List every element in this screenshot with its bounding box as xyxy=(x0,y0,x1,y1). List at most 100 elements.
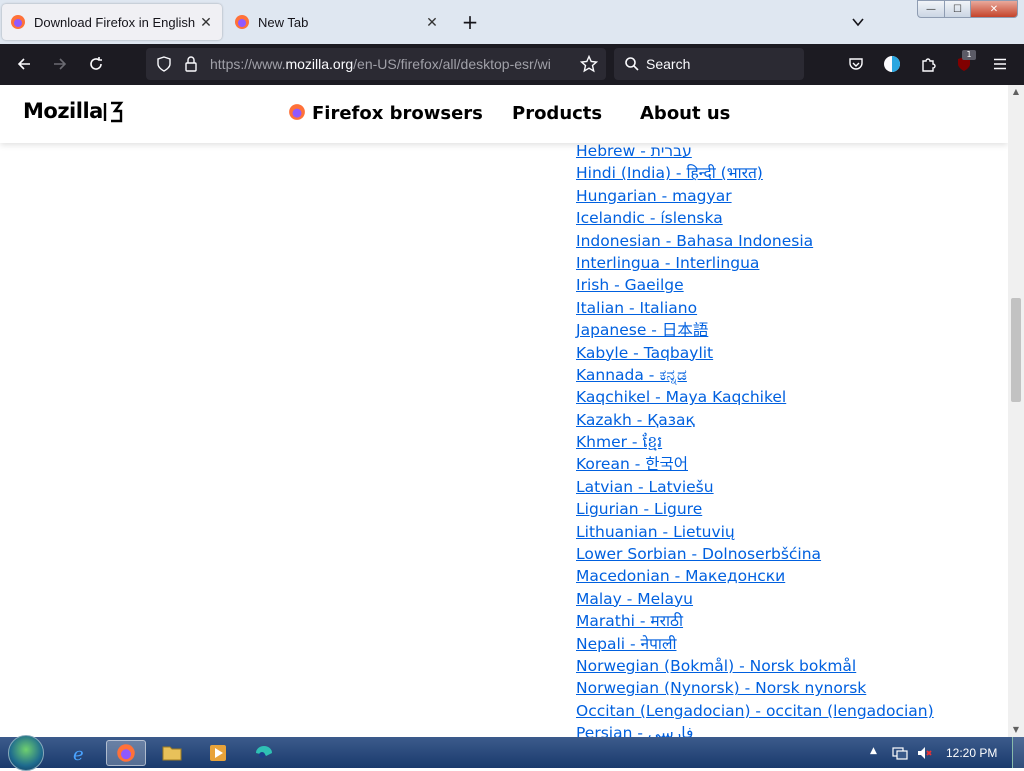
language-link[interactable]: Korean - 한국어 xyxy=(576,453,934,475)
tab-new-tab[interactable]: New Tab ✕ xyxy=(226,4,448,40)
site-header: Mozilla Firefox browsers Products About … xyxy=(0,85,1008,143)
language-link[interactable]: Kazakh - Қазақ xyxy=(576,409,934,431)
reload-icon xyxy=(90,57,102,70)
url-bar[interactable]: https://www.mozilla.org/en-US/firefox/al… xyxy=(146,48,606,80)
firefox-icon xyxy=(11,15,25,29)
language-link[interactable]: Persian - فارسی xyxy=(576,722,934,737)
language-link[interactable]: Icelandic - íslenska xyxy=(576,207,934,229)
volume-muted-icon[interactable] xyxy=(916,745,932,761)
maximize-button[interactable]: ☐ xyxy=(944,0,971,18)
show-desktop-button[interactable] xyxy=(1012,737,1024,768)
half-circle-icon xyxy=(884,56,900,72)
reload-button[interactable] xyxy=(82,50,110,78)
vpn-extension-button[interactable] xyxy=(878,50,906,78)
start-button[interactable] xyxy=(8,735,44,771)
language-link[interactable]: Hungarian - magyar xyxy=(576,185,934,207)
pocket-button[interactable] xyxy=(842,50,870,78)
teal-app-icon xyxy=(256,746,272,758)
show-hidden-icons-icon[interactable]: ▲ xyxy=(870,746,877,756)
nav-about-us[interactable]: About us xyxy=(640,103,730,124)
url-text[interactable]: https://www.mozilla.org/en-US/firefox/al… xyxy=(210,56,550,72)
svg-text:e: e xyxy=(73,744,84,763)
language-link[interactable]: Marathi - मराठी xyxy=(576,610,934,632)
language-link[interactable]: Indonesian - Bahasa Indonesia xyxy=(576,230,934,252)
hamburger-menu-icon xyxy=(994,58,1006,70)
taskbar-app[interactable] xyxy=(244,740,284,766)
language-link[interactable]: Norwegian (Nynorsk) - Norsk nynorsk xyxy=(576,677,934,699)
url-path: /en-US/firefox/all/desktop-esr/win64/ xyxy=(353,56,550,72)
language-link[interactable]: Kannada - ಕನ್ನಡ xyxy=(576,364,934,386)
taskbar-firefox[interactable] xyxy=(106,740,146,766)
tab-title: New Tab xyxy=(258,14,309,30)
mozilla-logo-mark xyxy=(103,101,124,123)
language-link[interactable]: Lithuanian - Lietuvių xyxy=(576,521,934,543)
navigation-toolbar: https://www.mozilla.org/en-US/firefox/al… xyxy=(0,44,1024,85)
language-link[interactable]: Occitan (Lengadocian) - occitan (lengado… xyxy=(576,700,934,722)
taskbar-file-explorer[interactable] xyxy=(152,740,192,766)
minimize-button[interactable]: — xyxy=(917,0,945,18)
language-link[interactable]: Interlingua - Interlingua xyxy=(576,252,934,274)
language-link[interactable]: Khmer - ខ្មែរ xyxy=(576,431,934,453)
language-link[interactable]: Norwegian (Bokmål) - Norsk bokmål xyxy=(576,655,934,677)
nav-firefox-browsers[interactable]: Firefox browsers xyxy=(288,103,483,124)
back-button[interactable] xyxy=(10,50,38,78)
close-tab-icon[interactable]: ✕ xyxy=(196,12,216,32)
language-link[interactable]: Hebrew - עברית xyxy=(576,140,934,162)
language-link[interactable]: Nepali - नेपाली xyxy=(576,633,934,655)
chevron-down-icon xyxy=(852,18,864,27)
language-link[interactable]: Italian - Italiano xyxy=(576,297,934,319)
firefox-icon xyxy=(117,744,135,762)
language-link[interactable]: Hindi (India) - हिन्दी (भारत) xyxy=(576,162,934,184)
language-link[interactable]: Kaqchikel - Maya Kaqchikel xyxy=(576,386,934,408)
language-link[interactable]: Japanese - 日本語 xyxy=(576,319,934,341)
windows-taskbar: e ▲ 12:20 PM xyxy=(0,735,1024,771)
firefox-icon xyxy=(289,104,305,120)
shield-icon[interactable] xyxy=(156,56,172,72)
logo-text: Mozilla xyxy=(23,99,103,123)
language-link[interactable]: Lower Sorbian - Dolnoserbšćina xyxy=(576,543,934,565)
arrow-left-icon xyxy=(17,58,30,70)
page-scrollbar[interactable]: ▲ ▼ xyxy=(1008,85,1024,737)
close-window-button[interactable]: ✕ xyxy=(970,0,1018,18)
pocket-icon xyxy=(849,58,863,70)
scroll-up-arrow-icon[interactable]: ▲ xyxy=(1011,87,1021,97)
language-link[interactable]: Irish - Gaeilge xyxy=(576,274,934,296)
app-menu-button[interactable] xyxy=(986,50,1014,78)
list-all-tabs-button[interactable] xyxy=(846,10,870,34)
taskbar-internet-explorer[interactable]: e xyxy=(60,740,100,766)
folder-icon xyxy=(162,746,182,761)
url-scheme: https://www. xyxy=(210,56,286,72)
language-link[interactable]: Kabyle - Taqbaylit xyxy=(576,342,934,364)
media-player-icon xyxy=(210,745,226,761)
search-bar[interactable]: Search xyxy=(614,48,804,80)
extension-badge: 1 xyxy=(962,50,976,60)
taskbar-media-player[interactable] xyxy=(198,740,238,766)
language-link[interactable]: Latvian - Latviešu xyxy=(576,476,934,498)
web-page: Mozilla Firefox browsers Products About … xyxy=(0,85,1008,737)
close-tab-icon[interactable]: ✕ xyxy=(422,12,442,32)
puzzle-icon xyxy=(922,58,936,72)
mozilla-logo[interactable]: Mozilla xyxy=(23,99,124,123)
network-icon[interactable] xyxy=(892,745,908,761)
url-host: mozilla.org xyxy=(285,56,354,72)
firefox-icon xyxy=(235,15,249,29)
scroll-down-arrow-icon[interactable]: ▼ xyxy=(1011,725,1021,735)
lock-icon[interactable] xyxy=(184,56,198,72)
extensions-button[interactable] xyxy=(914,50,942,78)
system-clock[interactable]: 12:20 PM xyxy=(946,746,997,760)
arrow-right-icon xyxy=(54,58,67,70)
language-list: Hebrew - עברית Hindi (India) - हिन्दी (भ… xyxy=(576,140,934,737)
language-link[interactable]: Macedonian - Македонски xyxy=(576,565,934,587)
forward-button[interactable] xyxy=(46,50,74,78)
scrollbar-thumb[interactable] xyxy=(1011,298,1021,402)
tab-download-firefox[interactable]: Download Firefox in English (US) ✕ xyxy=(2,4,222,40)
nav-products[interactable]: Products xyxy=(512,103,602,124)
search-placeholder: Search xyxy=(646,56,691,72)
tab-title: Download Firefox in English (US) xyxy=(34,14,196,30)
language-link[interactable]: Malay - Melayu xyxy=(576,588,934,610)
tab-strip: Download Firefox in English (US) ✕ New T… xyxy=(0,0,1024,44)
new-tab-button[interactable]: + xyxy=(458,10,482,34)
star-bookmark-icon[interactable] xyxy=(580,55,598,73)
language-link[interactable]: Ligurian - Ligure xyxy=(576,498,934,520)
search-icon xyxy=(625,57,639,71)
